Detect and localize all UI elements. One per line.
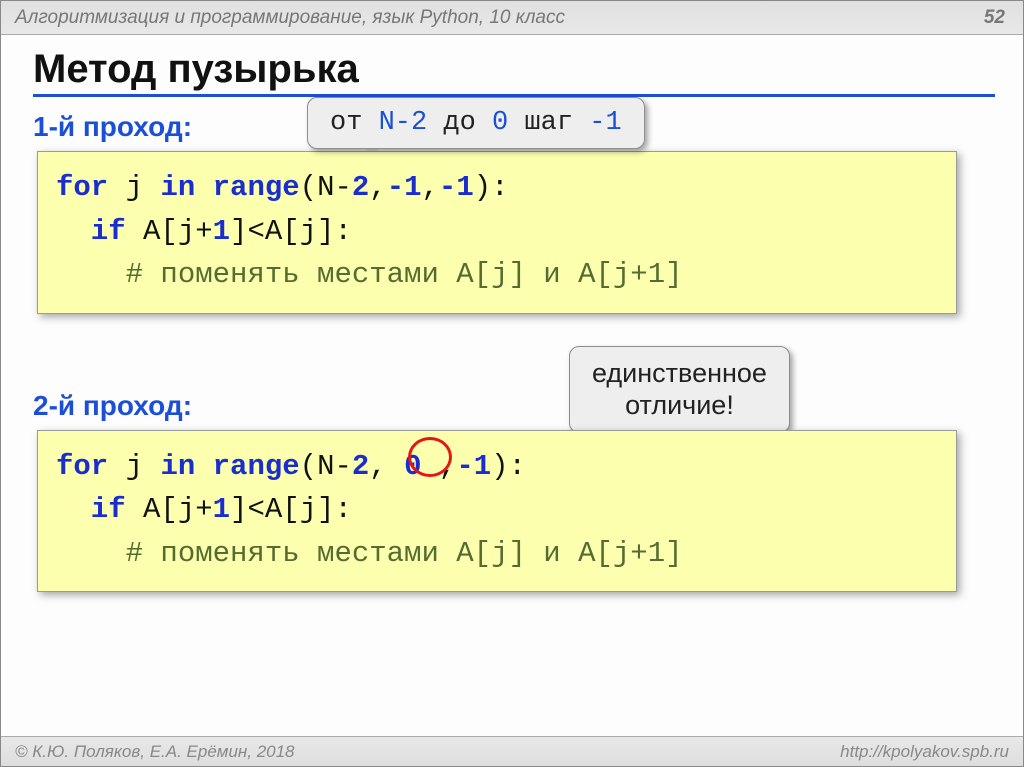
- footer-left: © К.Ю. Поляков, Е.А. Ерёмин, 2018: [15, 742, 295, 766]
- content: Метод пузырька от N-2 до 0 шаг -1 1-й пр…: [1, 35, 1023, 592]
- page-number: 52: [984, 7, 1005, 34]
- footer-right: http://kpolyakov.spb.ru: [840, 742, 1009, 766]
- footer: © К.Ю. Поляков, Е.А. Ерёмин, 2018 http:/…: [1, 736, 1023, 766]
- callout-range-explain: от N-2 до 0 шаг -1: [307, 97, 645, 149]
- pass2-heading: 2-й проход:: [33, 390, 995, 422]
- pass2-codebox: for j in range(N-2, 0 ,-1): if A[j+1]<A[…: [37, 430, 957, 593]
- topbar: Алгоритмизация и программирование, язык …: [1, 1, 1023, 35]
- pass1-codebox: for j in range(N-2,-1,-1): if A[j+1]<A[j…: [37, 151, 957, 314]
- slide-title: Метод пузырька: [33, 47, 995, 92]
- slide: Алгоритмизация и программирование, язык …: [0, 0, 1024, 767]
- callout-difference: единственное отличие!: [569, 346, 790, 433]
- context-text: Алгоритмизация и программирование, язык …: [15, 7, 565, 34]
